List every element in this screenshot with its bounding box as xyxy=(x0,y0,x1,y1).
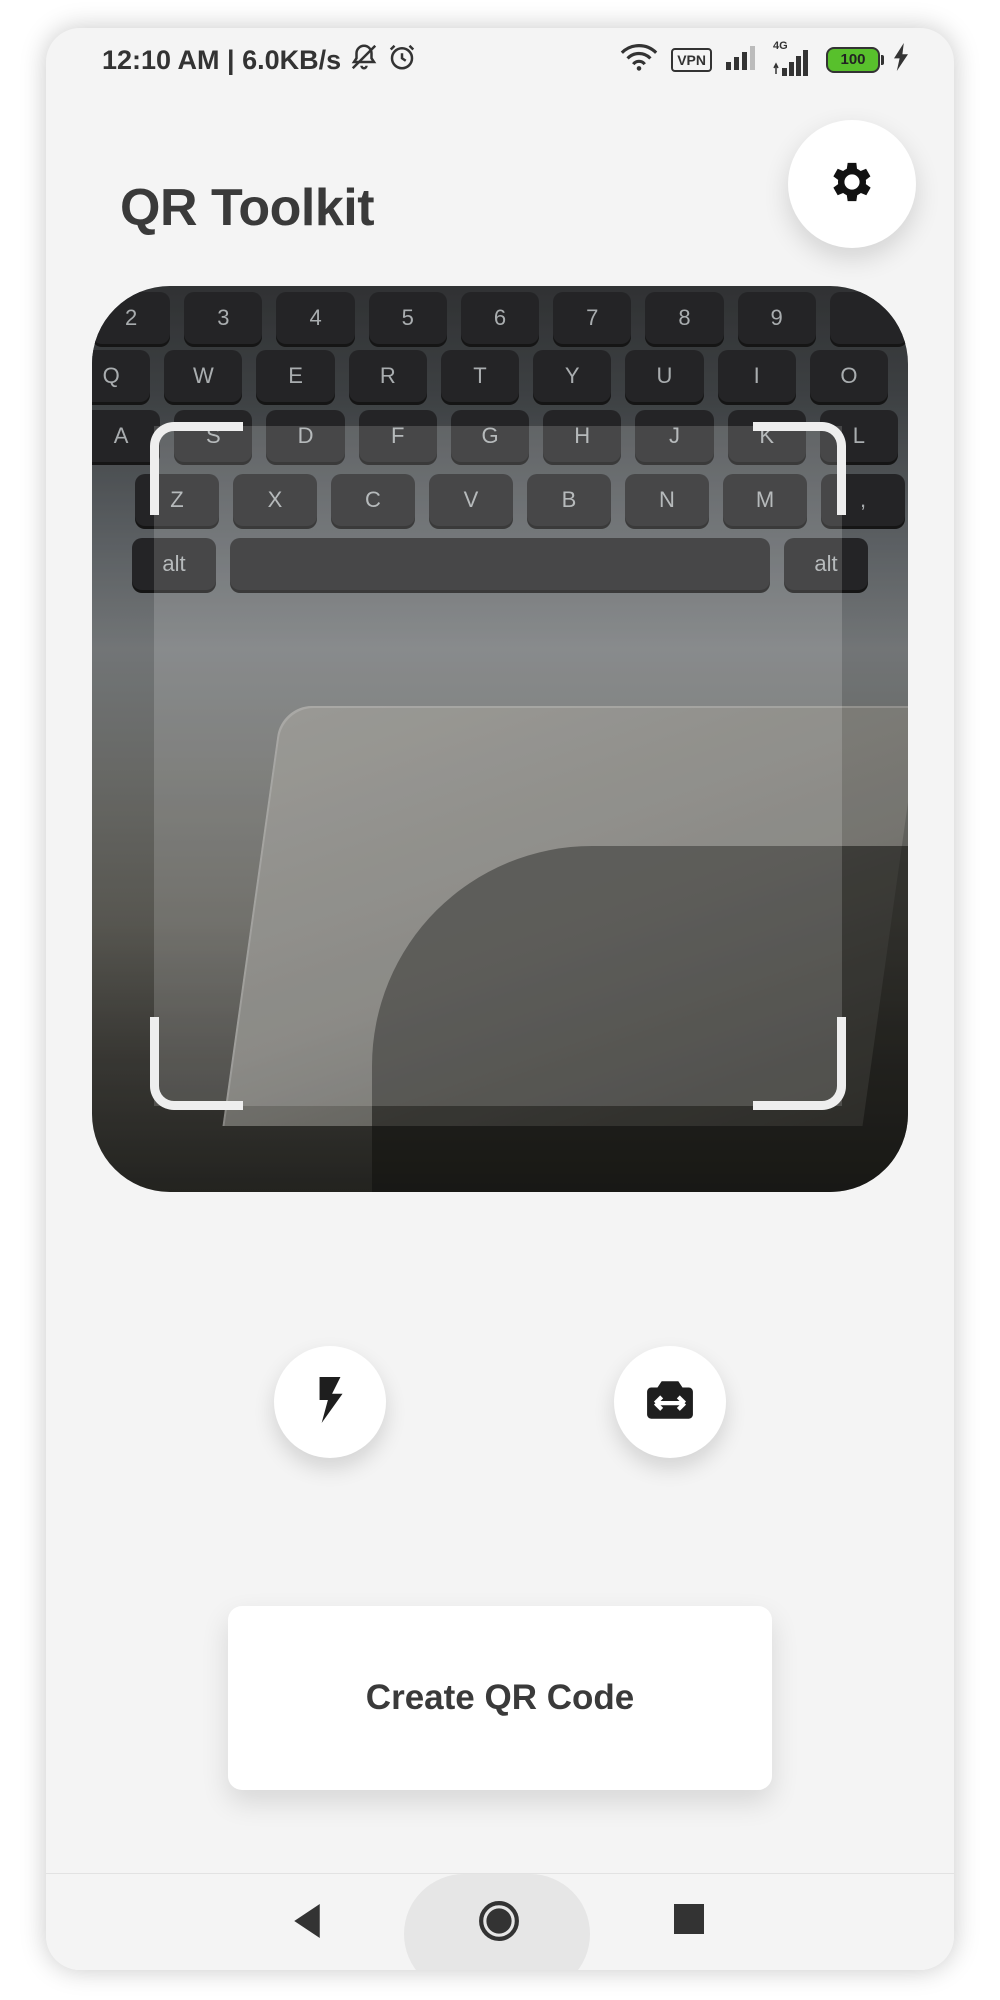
flash-button[interactable] xyxy=(274,1346,386,1458)
status-right: VPN 4G 100 xyxy=(619,40,910,77)
recents-button[interactable] xyxy=(674,1904,704,1939)
back-button[interactable] xyxy=(292,1904,322,1943)
bell-muted-icon xyxy=(349,42,379,79)
recents-icon xyxy=(674,1904,704,1939)
battery-indicator: 100 xyxy=(826,46,884,73)
status-time-speed: 12:10 AM | 6.0KB/s xyxy=(102,45,342,75)
signal-4g-icon: 4G xyxy=(772,40,814,76)
status-left: 12:10 AM | 6.0KB/s xyxy=(102,42,417,79)
scan-frame-corner xyxy=(150,1017,243,1110)
create-qr-code-label: Create QR Code xyxy=(365,1678,635,1717)
wifi-icon xyxy=(619,42,659,77)
flash-icon xyxy=(315,1376,345,1428)
system-nav-bar xyxy=(46,1873,954,1970)
home-button[interactable] xyxy=(478,1900,520,1947)
scan-frame xyxy=(150,422,846,1110)
scan-frame-corner xyxy=(753,1017,846,1110)
charging-icon xyxy=(892,43,910,76)
settings-button[interactable] xyxy=(788,120,916,248)
create-qr-code-button[interactable]: Create QR Code xyxy=(228,1606,772,1790)
camera-preview[interactable]: 2 3 4 5 6 7 8 9 Q W E R T Y U I O A S D … xyxy=(92,286,908,1192)
home-icon xyxy=(478,1900,520,1947)
scan-frame-corner xyxy=(753,422,846,515)
switch-camera-icon xyxy=(645,1379,695,1426)
scan-frame-corner xyxy=(150,422,243,515)
vpn-badge: VPN xyxy=(671,47,712,72)
signal-icon xyxy=(724,44,760,75)
page-title: QR Toolkit xyxy=(120,179,375,237)
gear-icon xyxy=(826,156,878,213)
battery-level: 100 xyxy=(840,51,866,68)
switch-camera-button[interactable] xyxy=(614,1346,726,1458)
phone-screen: 12:10 AM | 6.0KB/s VPN 4G 100 QR Toolkit… xyxy=(46,28,954,1970)
alarm-icon xyxy=(387,42,417,79)
status-bar: 12:10 AM | 6.0KB/s VPN 4G 100 xyxy=(46,28,954,88)
back-icon xyxy=(292,1904,322,1943)
